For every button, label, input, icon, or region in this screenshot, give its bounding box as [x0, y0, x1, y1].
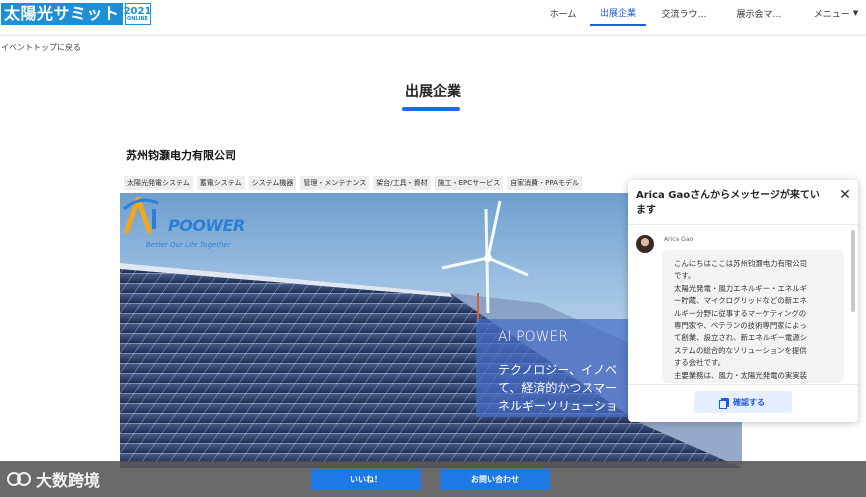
message-line: です。 [674, 271, 696, 281]
category-tag: 自家消費・PPAモデル [507, 176, 582, 190]
message-line: する会社です。 [674, 358, 725, 368]
category-tag: 施工・EPCサービス [434, 176, 504, 190]
menu-button[interactable]: メニュー ▼ [808, 0, 864, 26]
event-logo[interactable]: 太陽光サミット 2021 ONLINE [1, 3, 151, 25]
chat-message-panel: Arica Gaoさんからメッセージが来ています ✕ Arica Gao こんに… [628, 180, 858, 422]
message-bubble: こんにちはここは苏州钧灏电力有限公司 です。 太陽光発電・風力エネルギー・エネル… [662, 250, 844, 383]
company-name: 苏州钧灏电力有限公司 [126, 149, 236, 162]
brand-slogan: Better Our Life Together [146, 241, 231, 249]
message-line: こんにちはここは苏州钧灏电力有限公司 [674, 259, 808, 268]
category-tag: 太陽光発電システム [124, 176, 193, 190]
document-icon [719, 397, 729, 409]
message-line: 太陽光発電・風力エネルギー・エネルギ [674, 283, 808, 293]
watermark-logo-icon [6, 470, 32, 488]
logo-year: 2021 [123, 5, 152, 17]
watermark-text: 大数跨境 [36, 471, 101, 490]
page-title: 出展企業 [405, 84, 461, 100]
nav-exhibitors[interactable]: 出展企業 [590, 0, 646, 26]
title-underline [402, 107, 460, 111]
category-tag: システム機器 [248, 176, 297, 190]
category-tag: 管理・メンテナンス [300, 176, 370, 190]
overlay-line: ネルギーソリューショ [498, 399, 618, 413]
avatar [636, 235, 654, 253]
logo-text: 太陽光サミット [1, 3, 123, 25]
top-navigation-bar: 太陽光サミット 2021 ONLINE ホーム 出展企業 交流ラウ… 展示会マ…… [0, 0, 866, 36]
overlay-title: AI POWER [498, 329, 569, 345]
message-line: て創業、設立され、新エネルギー電源シ [674, 333, 808, 343]
nav-exhibition-map[interactable]: 展示会マ… [728, 0, 790, 26]
overlay-line: テクノロジー、イノベ [498, 363, 618, 377]
watermark: 大数跨境 [6, 468, 100, 490]
close-icon[interactable]: ✕ [838, 188, 852, 202]
chevron-down-icon: ▼ [852, 9, 859, 17]
page: 太陽光サミット 2021 ONLINE ホーム 出展企業 交流ラウ… 展示会マ…… [0, 0, 866, 497]
nav-lounge[interactable]: 交流ラウ… [654, 0, 714, 26]
divider [628, 224, 858, 225]
message-line: 専門家や、ベテランの技術専門家によっ [674, 321, 807, 331]
brand-name: POOWER [168, 216, 245, 235]
logo-subtitle: ONLINE [126, 15, 149, 22]
message-line: ルギー分野に従事するマーケティングの [674, 308, 807, 318]
chat-title: Arica Gaoさんからメッセージが来ています [636, 190, 820, 216]
category-tags: 太陽光発電システム 蓄電システム システム機器 管理・メンテナンス 架台/工具・… [124, 176, 582, 190]
back-to-event-top-link[interactable]: イベントトップに戻る [1, 42, 81, 53]
message-line: 主要業務は、風力・太陽光発電の実実装 [674, 370, 808, 380]
nav-home[interactable]: ホーム [540, 0, 586, 26]
category-tag: 架台/工具・資材 [373, 176, 431, 190]
overlay-line: て、経済的かつスマー [498, 381, 618, 395]
confirm-label: 確認する [733, 397, 765, 407]
logo-year-badge: 2021 ONLINE [123, 3, 152, 25]
sender-name: Arica Gao [664, 236, 694, 243]
chat-scrollbar[interactable] [851, 230, 855, 312]
aipoower-logo-icon [123, 196, 159, 234]
category-tag: 蓄電システム [196, 176, 245, 190]
bottom-action-bar [0, 461, 866, 497]
menu-label: メニュー [813, 9, 850, 20]
divider [628, 384, 858, 385]
contact-button[interactable]: お問い合わせ [440, 469, 550, 490]
message-line: ー貯蔵、マイクログリッドなどの新エネ [674, 296, 807, 306]
like-button[interactable]: いいね！ [311, 469, 421, 490]
confirm-button[interactable]: 確認する [694, 391, 792, 413]
message-line: ステムの総合的なソリューションを提供 [674, 345, 807, 355]
